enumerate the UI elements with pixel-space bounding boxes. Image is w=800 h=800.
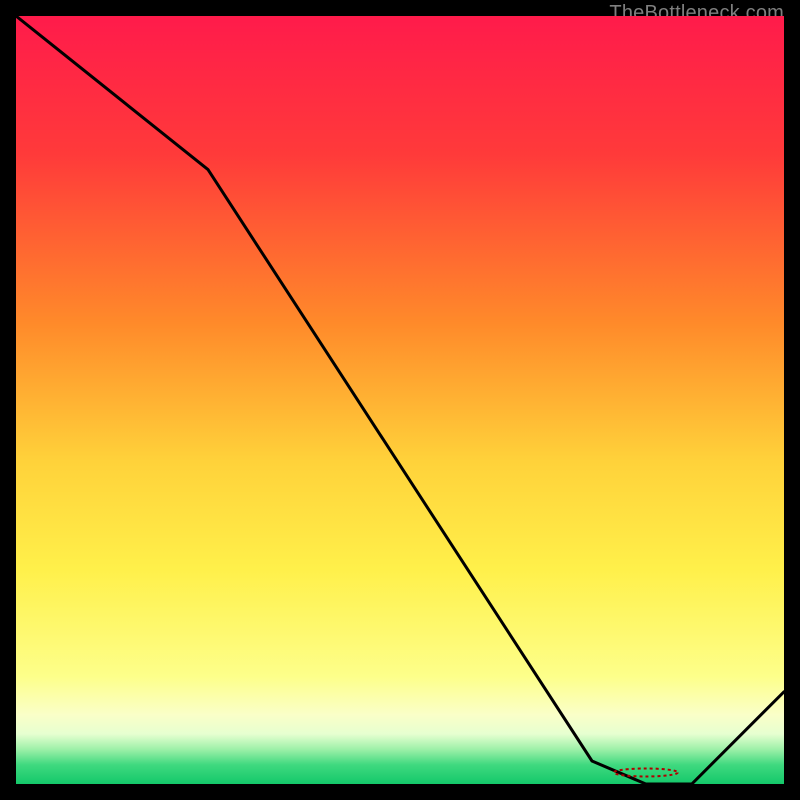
plot-area bbox=[16, 16, 784, 784]
chart-frame: TheBottleneck.com bbox=[16, 16, 784, 784]
line-series bbox=[16, 16, 784, 784]
